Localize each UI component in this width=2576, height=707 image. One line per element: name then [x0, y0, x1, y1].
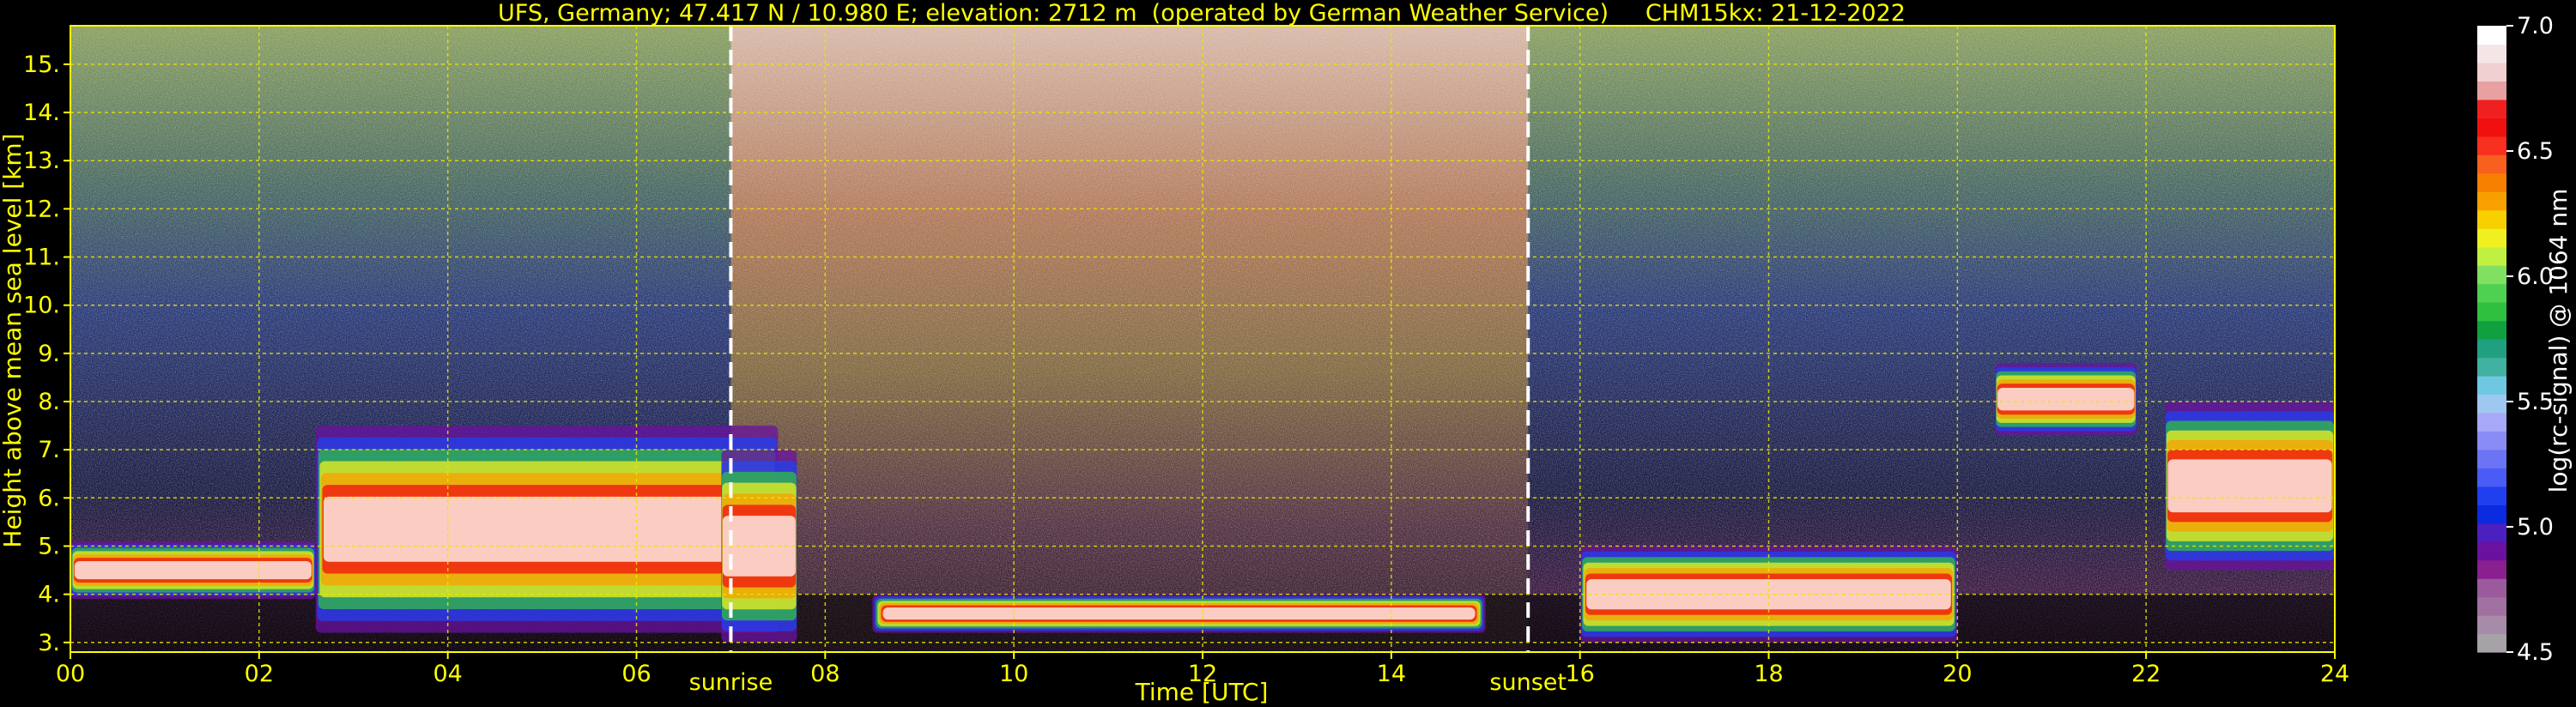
sunset-label: sunset	[1489, 669, 1567, 696]
x-tick-label: 04	[433, 661, 462, 687]
colorbar-tick-label: 5.0	[2517, 514, 2554, 541]
colorbar-swatch	[2477, 191, 2506, 211]
y-tick-label: 7.	[38, 437, 60, 463]
ceilometer-chart: sunrise sunset 3. 4. 5. 6. 7. 8. 9. 10. 11. 12. 13.…	[0, 0, 2573, 706]
y-tick-label: 15.	[23, 51, 60, 78]
colorbar-swatch	[2477, 320, 2506, 340]
colorbar-swatch	[2477, 431, 2506, 450]
y-tick-label: 14.	[23, 100, 60, 126]
x-tick-label: 00	[56, 661, 85, 687]
colorbar-tick-label: 7.0	[2517, 13, 2554, 39]
colorbar-swatch	[2477, 26, 2506, 45]
colorbar-swatch	[2477, 357, 2506, 377]
colorbar-swatch	[2477, 412, 2506, 432]
y-tick-label: 8.	[38, 389, 60, 415]
colorbar-swatch	[2477, 246, 2506, 266]
colorbar-swatch	[2477, 118, 2506, 137]
x-tick-label: 02	[245, 661, 274, 687]
aerosol-band	[882, 607, 1476, 620]
colorbar-swatch	[2477, 578, 2506, 598]
x-tick-label: 20	[1943, 661, 1972, 687]
y-tick-label: 10.	[23, 293, 60, 319]
y-tick-label: 5.	[38, 533, 60, 559]
colorbar-swatch	[2477, 541, 2506, 561]
colorbar-swatch	[2477, 136, 2506, 155]
x-tick-label: 16	[1565, 661, 1594, 687]
colorbar-swatch	[2477, 302, 2506, 322]
colorbar-swatch	[2477, 486, 2506, 505]
y-tick-label: 6.	[38, 485, 60, 511]
colorbar-swatch	[2477, 99, 2506, 118]
x-tick-label: 08	[810, 661, 839, 687]
aerosol-band	[2167, 459, 2332, 513]
colorbar-swatch	[2477, 449, 2506, 468]
x-tick-label: 24	[2320, 661, 2349, 687]
colorbar-swatch	[2477, 172, 2506, 192]
colorbar-label: log(rc-signal) @ 1064 nm	[2544, 189, 2573, 493]
colorbar-swatch	[2477, 559, 2506, 579]
colorbar-swatch	[2477, 62, 2506, 82]
y-tick-label: 12.	[23, 196, 60, 222]
aerosol-band	[1997, 387, 2135, 411]
aerosol-band	[324, 496, 771, 562]
chart-title: UFS, Germany; 47.417 N / 10.980 E; eleva…	[498, 0, 1906, 27]
aerosol-band	[74, 560, 312, 580]
colorbar-swatch	[2477, 633, 2506, 653]
colorbar-swatch	[2477, 228, 2506, 248]
colorbar-swatch	[2477, 468, 2506, 487]
colorbar-swatch	[2477, 523, 2506, 542]
colorbar-tick-label: 4.5	[2517, 639, 2554, 666]
y-tick-label: 9.	[38, 341, 60, 367]
colorbar-swatch	[2477, 615, 2506, 635]
y-tick-label: 3.	[38, 630, 60, 656]
colorbar-swatch	[2477, 44, 2506, 63]
aerosol-layer	[315, 426, 779, 633]
x-tick-label: 10	[999, 661, 1028, 687]
y-axis-label: Height above mean sea level [km]	[0, 133, 27, 547]
y-tick-label: 11.	[23, 245, 60, 271]
colorbar-swatch	[2477, 154, 2506, 174]
colorbar-swatch	[2477, 394, 2506, 414]
colorbar-swatch	[2477, 81, 2506, 100]
x-axis-label: Time [UTC]	[1135, 678, 1269, 706]
aerosol-layer	[70, 541, 316, 600]
sunrise-label: sunrise	[689, 669, 773, 696]
x-tick-label: 22	[2131, 661, 2161, 687]
colorbar-swatch	[2477, 209, 2506, 229]
aerosol-layer	[1995, 363, 2137, 436]
x-tick-label: 18	[1754, 661, 1783, 687]
colorbar-swatch	[2477, 505, 2506, 524]
x-tick-label: 06	[621, 661, 651, 687]
aerosol-layer	[2165, 402, 2335, 571]
y-tick-label: 13.	[23, 148, 60, 174]
y-tick-label: 4.	[38, 582, 60, 608]
x-tick-label: 14	[1377, 661, 1406, 687]
colorbar-swatch	[2477, 339, 2506, 359]
colorbar-swatch	[2477, 375, 2506, 396]
colorbar-swatch	[2477, 283, 2506, 303]
colorbar-swatch	[2477, 596, 2506, 616]
aerosol-layer	[872, 594, 1486, 633]
colorbar-swatch	[2477, 265, 2506, 285]
colorbar-tick-label: 6.5	[2517, 138, 2554, 165]
